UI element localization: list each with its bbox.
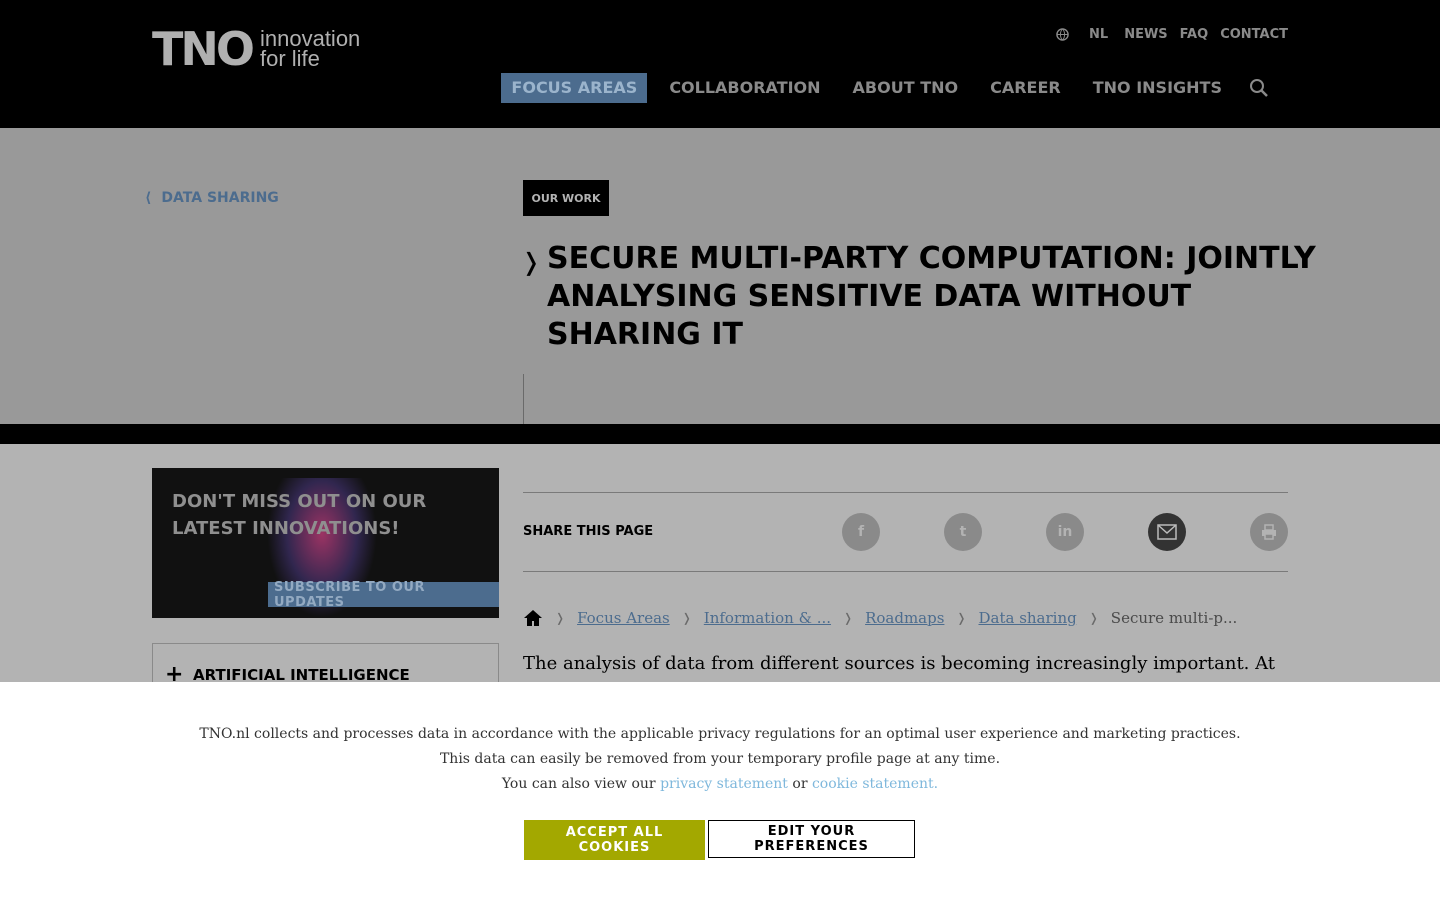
promo-title: DON'T MISS OUT ON OUR LATEST INNOVATIONS…	[172, 491, 427, 539]
faq-link[interactable]: FAQ	[1180, 27, 1209, 42]
share-label: SHARE THIS PAGE	[523, 524, 654, 539]
print-button[interactable]	[1250, 513, 1288, 551]
nav-focus-areas[interactable]: FOCUS AREAS	[501, 73, 648, 103]
cookie-text-2: This data can easily be removed from you…	[439, 751, 1001, 767]
mail-icon	[1157, 524, 1177, 540]
breadcrumb-data-sharing[interactable]: Data sharing	[978, 609, 1076, 627]
news-link[interactable]: NEWS	[1124, 27, 1167, 42]
utility-nav: NL NEWS FAQ CONTACT	[1056, 27, 1288, 42]
contact-link[interactable]: CONTACT	[1220, 27, 1288, 42]
share-divider-top	[523, 492, 1288, 493]
content-tag: OUR WORK	[523, 180, 609, 216]
newsletter-promo: DON'T MISS OUT ON OUR LATEST INNOVATIONS…	[152, 468, 499, 618]
privacy-statement-link[interactable]: privacy statement	[660, 776, 788, 792]
breadcrumb-separator: ❭	[843, 611, 854, 625]
breadcrumb-separator: ❭	[1088, 611, 1099, 625]
edit-preferences-button[interactable]: EDIT YOUR PREFERENCES	[708, 820, 915, 858]
nav-collaboration[interactable]: COLLABORATION	[659, 73, 830, 103]
logo-tagline-line2: for life	[259, 46, 320, 71]
chevron-right-icon: ❭	[521, 248, 542, 276]
tno-logo[interactable]: TNO innovation for life	[152, 22, 360, 76]
mail-share-button[interactable]	[1148, 513, 1186, 551]
cookie-text-prefix: You can also view our	[501, 776, 656, 792]
breadcrumb: ❭ Focus Areas ❭ Information & ... ❭ Road…	[523, 606, 1237, 630]
cookie-text-1: TNO.nl collects and processes data in ac…	[199, 726, 1241, 742]
site-header: TNO innovation for life NL NEWS FAQ CONT…	[0, 0, 1440, 128]
breadcrumb-separator: ❭	[956, 611, 967, 625]
nav-about-tno[interactable]: ABOUT TNO	[843, 73, 969, 103]
logo-mark: TNO	[152, 22, 255, 76]
accept-all-cookies-button[interactable]: ACCEPT ALL COOKIES	[524, 820, 705, 860]
linkedin-share-button[interactable]: in	[1046, 513, 1084, 551]
share-divider-bottom	[523, 571, 1288, 572]
print-icon	[1262, 524, 1276, 540]
breadcrumb-separator: ❭	[555, 611, 566, 625]
search-icon[interactable]	[1248, 77, 1270, 99]
hero-bottom-bar	[0, 424, 1440, 444]
breadcrumb-separator: ❭	[681, 611, 692, 625]
back-link-label: DATA SHARING	[161, 190, 279, 206]
home-icon[interactable]	[523, 608, 543, 628]
nav-career[interactable]: CAREER	[980, 73, 1071, 103]
twitter-icon: t	[959, 524, 967, 540]
twitter-share-button[interactable]: t	[944, 513, 982, 551]
breadcrumb-focus-areas[interactable]: Focus Areas	[577, 609, 670, 627]
language-switch[interactable]: NL	[1089, 27, 1108, 42]
page-title: SECURE MULTI-PARTY COMPUTATION: JOINTLY …	[547, 241, 1316, 352]
linkedin-icon: in	[1057, 524, 1073, 540]
breadcrumb-current: Secure multi-p...	[1110, 609, 1238, 627]
cookie-statement-link[interactable]: cookie statement.	[812, 776, 938, 792]
facebook-icon: f	[857, 524, 865, 540]
subscribe-button[interactable]: SUBSCRIBE TO OUR UPDATES	[268, 580, 499, 610]
cookie-banner: TNO.nl collects and processes data in ac…	[0, 682, 1440, 900]
nav-tno-insights[interactable]: TNO INSIGHTS	[1083, 73, 1232, 103]
breadcrumb-information[interactable]: Information & ...	[704, 609, 831, 627]
logo-tagline: innovation for life	[259, 28, 360, 71]
divider	[523, 374, 524, 424]
main-nav: FOCUS AREAS COLLABORATION ABOUT TNO CARE…	[489, 73, 1270, 103]
breadcrumb-roadmaps[interactable]: Roadmaps	[865, 609, 944, 627]
globe-icon[interactable]	[1056, 28, 1069, 41]
cookie-text-or: or	[792, 776, 808, 792]
chevron-left-icon: ⟨	[145, 190, 152, 206]
back-link[interactable]: ⟨ DATA SHARING	[145, 190, 279, 206]
cookie-text-3: You can also view our privacy statement …	[0, 776, 1440, 792]
facebook-share-button[interactable]: f	[842, 513, 880, 551]
